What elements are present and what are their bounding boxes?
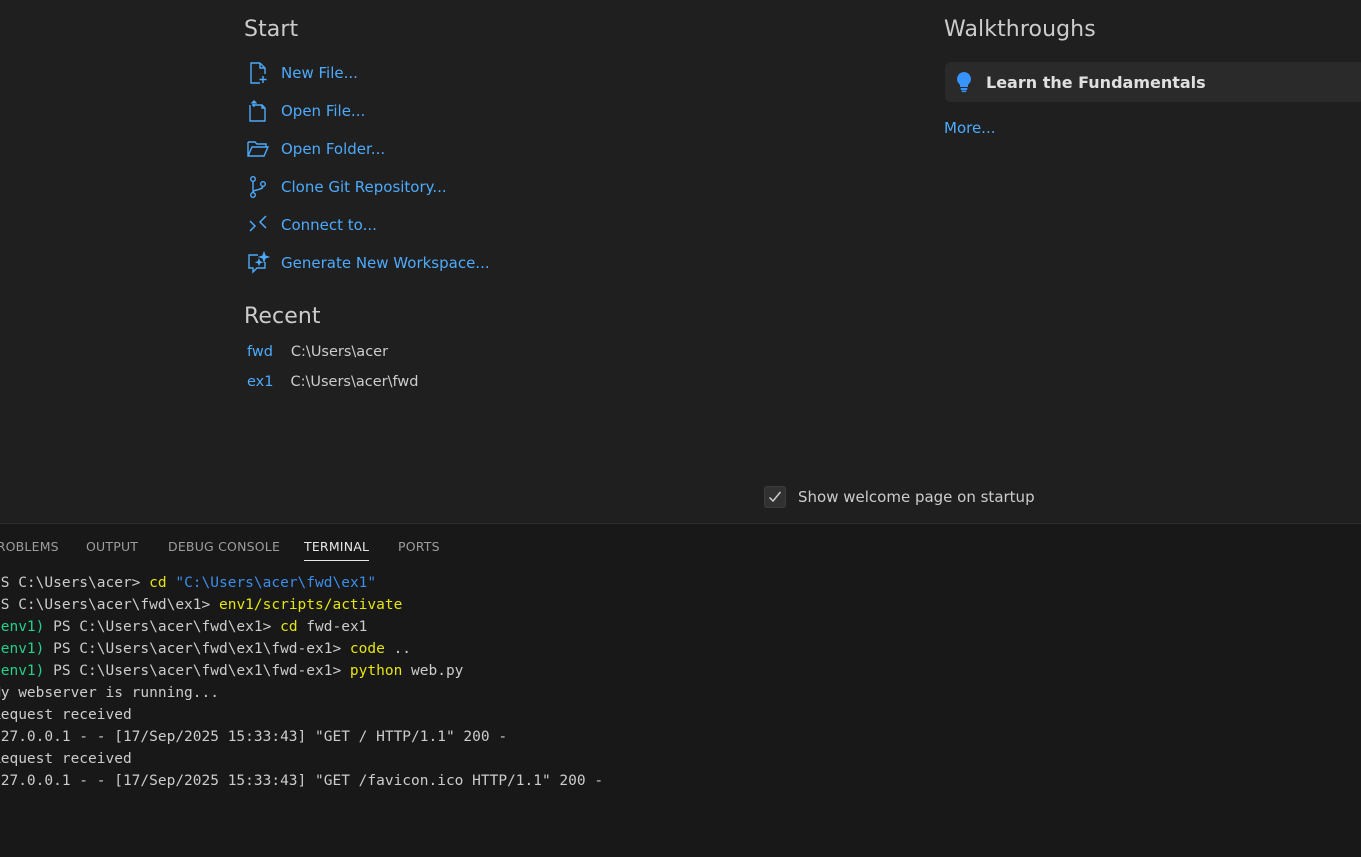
checkmark-icon	[768, 491, 782, 503]
terminal-segment: (env1)	[0, 619, 45, 635]
terminal-segment: cd	[149, 575, 176, 591]
open-folder-label: Open Folder...	[281, 140, 386, 158]
terminal-segment: 127.0.0.1 - - [17/Sep/2025 15:33:43] "GE…	[0, 729, 508, 745]
terminal-output[interactable]: PS C:\Users\acer> cd "C:\Users\acer\fwd\…	[0, 572, 1361, 832]
new-file-link[interactable]: New File...	[246, 59, 358, 87]
tab-terminal[interactable]: TERMINAL	[304, 539, 370, 561]
terminal-segment: fwd-ex1	[306, 619, 368, 635]
recent-item: ex1 C:\Users\acer\fwd	[247, 374, 418, 390]
terminal-segment: PS C:\Users\acer\fwd\ex1>	[0, 597, 219, 613]
terminal-line: PS C:\Users\acer\fwd\ex1> env1/scripts/a…	[0, 594, 402, 616]
lightbulb-icon	[956, 71, 972, 93]
terminal-segment: cd	[280, 619, 307, 635]
terminal-segment: PS C:\Users\acer\fwd\ex1>	[53, 619, 281, 635]
open-folder-link[interactable]: Open Folder...	[246, 135, 385, 163]
terminal-segment: (env1)	[0, 641, 45, 657]
terminal-line: Request received	[0, 748, 132, 770]
startup-checkbox[interactable]	[764, 486, 786, 508]
recent-item: fwd C:\Users\acer	[247, 344, 388, 360]
terminal-segment: code	[349, 641, 394, 657]
terminal-line: (env1) PS C:\Users\acer\fwd\ex1\fwd-ex1>…	[0, 638, 411, 660]
open-file-label: Open File...	[281, 102, 366, 120]
git-branch-icon	[246, 175, 270, 199]
more-walkthroughs-link[interactable]: More...	[944, 119, 996, 137]
terminal-segment: "C:\Users\acer\fwd\ex1"	[175, 575, 377, 591]
terminal-segment: (env1)	[0, 663, 45, 679]
terminal-segment: 127.0.0.1 - - [17/Sep/2025 15:33:43] "GE…	[0, 773, 604, 789]
terminal-line: (env1) PS C:\Users\acer\fwd\ex1> cd fwd-…	[0, 616, 367, 638]
terminal-line: Request received	[0, 704, 132, 726]
terminal-line: PS C:\Users\acer> cd "C:\Users\acer\fwd\…	[0, 572, 376, 594]
walkthrough-label: Learn the Fundamentals	[986, 72, 1206, 92]
clone-git-repository-link[interactable]: Clone Git Repository...	[246, 173, 447, 201]
terminal-segment: PS C:\Users\acer\fwd\ex1\fwd-ex1>	[53, 663, 350, 679]
terminal-segment: Request received	[0, 751, 132, 767]
terminal-line: 127.0.0.1 - - [17/Sep/2025 15:33:43] "GE…	[0, 770, 603, 792]
new-file-icon	[246, 61, 270, 85]
vscode-window: Start New File... Open File... Open Fold…	[0, 0, 1361, 857]
new-file-label: New File...	[281, 64, 358, 82]
generate-new-workspace-link[interactable]: Generate New Workspace...	[246, 249, 490, 277]
terminal-line: (env1) PS C:\Users\acer\fwd\ex1\fwd-ex1>…	[0, 660, 463, 682]
tab-debug-console[interactable]: DEBUG CONSOLE	[168, 539, 280, 554]
terminal-segment: ..	[393, 641, 412, 657]
terminal-segment: web.py	[411, 663, 464, 679]
open-folder-icon	[246, 137, 270, 161]
terminal-segment: PS C:\Users\acer>	[0, 575, 150, 591]
generate-new-workspace-label: Generate New Workspace...	[281, 254, 490, 272]
remote-icon	[246, 213, 270, 237]
terminal-line: 127.0.0.1 - - [17/Sep/2025 15:33:43] "GE…	[0, 726, 507, 748]
startup-checkbox-label: Show welcome page on startup	[798, 488, 1035, 506]
terminal-segment: My webserver is running...	[0, 685, 219, 701]
terminal-segment: Request received	[0, 707, 132, 723]
open-file-icon	[246, 99, 270, 123]
terminal-segment: python	[349, 663, 412, 679]
terminal-segment: env1/scripts/activate	[218, 597, 403, 613]
sparkle-chat-icon	[246, 251, 270, 275]
walkthroughs-heading: Walkthroughs	[944, 17, 1096, 42]
tab-problems[interactable]: PROBLEMS	[0, 539, 59, 554]
panel-tabs: PROBLEMS OUTPUT DEBUG CONSOLE TERMINAL P…	[0, 524, 1361, 568]
recent-item-name[interactable]: fwd	[247, 344, 273, 360]
recent-heading: Recent	[244, 304, 321, 329]
connect-to-label: Connect to...	[281, 216, 377, 234]
tab-ports[interactable]: PORTS	[398, 539, 440, 554]
start-heading: Start	[244, 17, 299, 42]
recent-item-name[interactable]: ex1	[247, 374, 273, 390]
show-welcome-on-startup: Show welcome page on startup	[764, 486, 1035, 508]
recent-item-path: C:\Users\acer	[290, 344, 389, 360]
connect-to-link[interactable]: Connect to...	[246, 211, 377, 239]
clone-git-repository-label: Clone Git Repository...	[281, 178, 447, 196]
open-file-link[interactable]: Open File...	[246, 97, 365, 125]
welcome-page: Start New File... Open File... Open Fold…	[0, 0, 1361, 523]
terminal-line: My webserver is running...	[0, 682, 219, 704]
walkthrough-learn-fundamentals[interactable]: Learn the Fundamentals	[945, 62, 1361, 102]
tab-output[interactable]: OUTPUT	[86, 539, 138, 554]
bottom-panel: PROBLEMS OUTPUT DEBUG CONSOLE TERMINAL P…	[0, 523, 1361, 857]
recent-item-path: C:\Users\acer\fwd	[290, 374, 419, 390]
terminal-segment: PS C:\Users\acer\fwd\ex1\fwd-ex1>	[53, 641, 350, 657]
